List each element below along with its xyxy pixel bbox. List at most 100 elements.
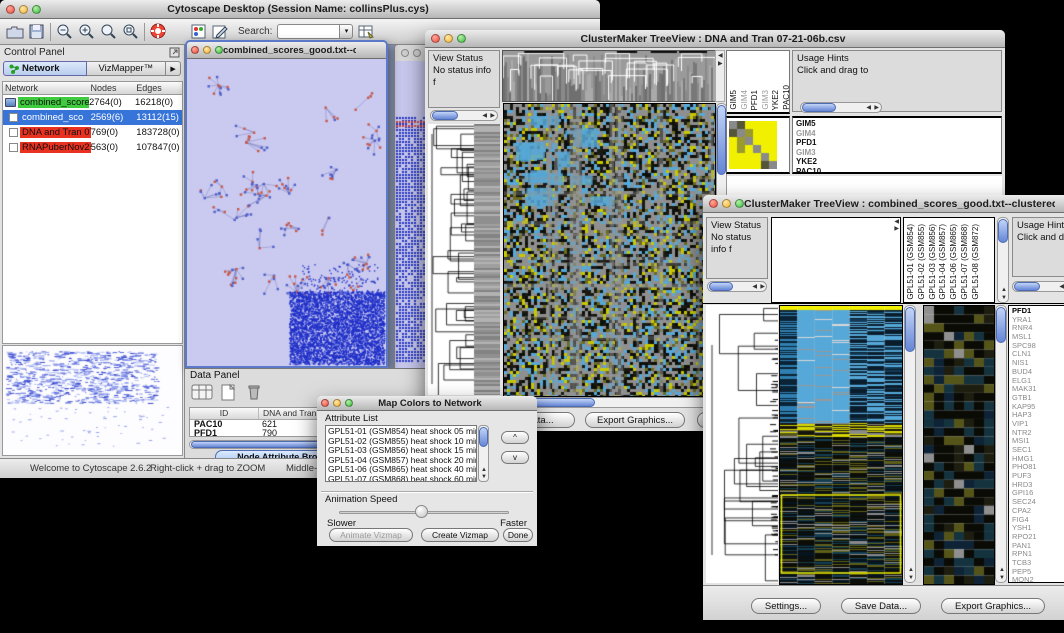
column-label[interactable]: GPL51-03 (GSM856)	[928, 224, 939, 300]
network-item-edges: 13112(15)	[136, 112, 182, 123]
zoom-row-label[interactable]: YKE2	[796, 157, 1001, 167]
float-panel-icon[interactable]	[169, 47, 180, 58]
tab-network[interactable]: Network	[3, 61, 87, 76]
zoom-fit-icon[interactable]	[122, 23, 139, 40]
attribute-row-id: PFD1	[190, 429, 230, 438]
minimize-button[interactable]	[19, 5, 28, 14]
treeview1-zoom-matrix[interactable]	[729, 121, 777, 169]
treeview1-zoom-hscrollbar[interactable]: ◀▶	[800, 102, 882, 113]
close-button[interactable]	[709, 199, 718, 208]
move-down-button[interactable]: v	[501, 451, 529, 464]
close-button[interactable]	[321, 399, 329, 407]
new-attribute-icon[interactable]	[219, 383, 239, 401]
import-table-icon[interactable]	[358, 24, 375, 40]
open-folder-icon[interactable]	[6, 24, 24, 40]
treeview2-status-scrollbar[interactable]: ◀▶	[707, 281, 767, 292]
treeview1-row-dendrogram[interactable]	[428, 124, 500, 395]
column-header-id[interactable]: ID	[190, 408, 258, 419]
zoom-column-label[interactable]: PAC10	[782, 85, 791, 110]
delete-attribute-icon[interactable]	[245, 383, 263, 401]
zoom-column-label[interactable]: GIM5	[729, 90, 740, 110]
treeview2-row-dendrogram[interactable]	[706, 305, 778, 583]
attribute-list-scrollbar[interactable]: ▲▼	[478, 425, 489, 482]
zoom-column-label[interactable]: GIM3	[761, 90, 772, 110]
network-list-item[interactable]: RNAPuberNov2+ 563(0) 107847(0)	[3, 140, 182, 155]
treeview1-status-scrollbar[interactable]: ◀▶	[430, 110, 498, 121]
zoom-button[interactable]	[735, 199, 744, 208]
zoom-row-label[interactable]: GIM3	[796, 148, 1001, 158]
zoom-row-label[interactable]: GIM5	[796, 119, 1001, 129]
treeview1-title-bar[interactable]: ClusterMaker TreeView : DNA and Tran 07-…	[425, 30, 1005, 48]
network-list-item[interactable]: DNA and Tran 07 769(0) 183728(0)	[3, 125, 182, 140]
status-hint-pan: Middle-	[286, 463, 317, 474]
minimize-button[interactable]	[333, 399, 341, 407]
minimize-button[interactable]	[444, 34, 453, 43]
zoom-column-label[interactable]: PFD1	[750, 90, 761, 110]
column-label[interactable]: GPL51-04 (GSM857)	[938, 224, 949, 300]
minimize-button[interactable]	[413, 49, 421, 57]
zoom-in-icon[interactable]	[78, 23, 95, 40]
treeview2-save-data-button[interactable]: Save Data...	[841, 598, 921, 614]
treeview2-title-bar[interactable]: ClusterMaker TreeView : combined_scores_…	[703, 195, 1064, 213]
close-button[interactable]	[401, 49, 409, 57]
move-up-button[interactable]: ^	[501, 431, 529, 444]
create-vizmap-button[interactable]: Create Vizmap	[421, 528, 499, 542]
done-button[interactable]: Done	[503, 528, 533, 542]
treeview2-export-graphics-button[interactable]: Export Graphics...	[941, 598, 1045, 614]
treeview2-genes-hscrollbar[interactable]: ◀▶	[1012, 281, 1064, 292]
zoom-column-label[interactable]: YKE2	[771, 90, 782, 110]
column-label[interactable]: GPL51-06 (GSM865)	[949, 224, 960, 300]
gene-label[interactable]: MON2	[1012, 576, 1064, 583]
attribute-list-item[interactable]: GPL51-07 (GSM868) heat shock 60 min	[328, 475, 474, 482]
save-icon[interactable]	[29, 24, 45, 40]
column-label[interactable]: GPL51-02 (GSM855)	[917, 224, 928, 300]
close-button[interactable]	[191, 46, 199, 54]
treeview1-column-dendrogram[interactable]	[502, 50, 716, 102]
treeview2-zoom-vscrollbar[interactable]: ▲▼	[995, 305, 1007, 583]
network-list-item[interactable]: combined_sco 2569(6) 13112(15)	[3, 110, 182, 125]
treeview1-heatmap[interactable]	[503, 103, 716, 397]
treeview2-column-dendrogram[interactable]: ◀▶	[771, 217, 901, 303]
zoom-button[interactable]	[345, 399, 353, 407]
column-label[interactable]: GPL51-07 (GSM868)	[960, 224, 971, 300]
attribute-select-icon[interactable]	[191, 383, 213, 401]
treeview1-dendro-arrows[interactable]: ◀▶	[715, 50, 725, 102]
minimize-button[interactable]	[722, 199, 731, 208]
zoom-column-label[interactable]: GIM4	[740, 90, 751, 110]
treeview2-heatmap-vscrollbar[interactable]: ▲▼	[904, 305, 916, 583]
zoom-row-label[interactable]: GIM4	[796, 129, 1001, 139]
treeview2-settings-button[interactable]: Settings...	[751, 598, 821, 614]
network-view-canvas[interactable]	[187, 59, 386, 366]
network-overview-canvas[interactable]	[3, 346, 182, 455]
search-dropdown-button[interactable]: ▾	[339, 24, 353, 39]
zoom-out-icon[interactable]	[56, 23, 73, 40]
network-overview-panel[interactable]	[2, 345, 183, 456]
main-title-bar[interactable]: Cytoscape Desktop (Session Name: collins…	[0, 0, 600, 19]
tab-vizmapper[interactable]: VizMapper™	[87, 61, 167, 76]
zoom-selected-icon[interactable]	[100, 23, 117, 40]
treeview2-zoom-heatmap[interactable]	[923, 305, 995, 585]
tab-overflow-button[interactable]: ▶	[166, 61, 181, 76]
slider-thumb[interactable]	[415, 505, 428, 518]
close-button[interactable]	[6, 5, 15, 14]
zoom-button[interactable]	[32, 5, 41, 14]
zoom-row-label[interactable]: PAC10	[796, 167, 1001, 175]
close-button[interactable]	[431, 34, 440, 43]
zoom-button[interactable]	[215, 46, 223, 54]
zoom-row-label[interactable]: PFD1	[796, 138, 1001, 148]
treeview2-heatmap[interactable]	[779, 305, 903, 585]
column-label[interactable]: GPL51-01 (GSM854)	[906, 224, 917, 300]
treeview2-labels-vscrollbar[interactable]: ▲▼	[997, 217, 1009, 303]
network-table-header[interactable]: Network Nodes Edges	[3, 82, 182, 95]
network-list-item[interactable]: combined_scores 2764(0) 16218(0)	[3, 95, 182, 110]
search-input[interactable]	[277, 24, 339, 39]
column-label[interactable]: GPL51-08 (GSM872)	[971, 224, 982, 300]
minimize-button[interactable]	[203, 46, 211, 54]
animate-vizmap-button[interactable]: Animate Vizmap	[329, 528, 413, 542]
zoom-button[interactable]	[457, 34, 466, 43]
help-ring-icon[interactable]	[150, 23, 167, 40]
vizmapper-grid-icon[interactable]	[191, 24, 207, 40]
treeview1-export-graphics-button[interactable]: Export Graphics...	[585, 412, 685, 428]
annotation-icon[interactable]	[212, 24, 229, 40]
dialog-title-bar[interactable]: Map Colors to Network	[317, 396, 537, 411]
